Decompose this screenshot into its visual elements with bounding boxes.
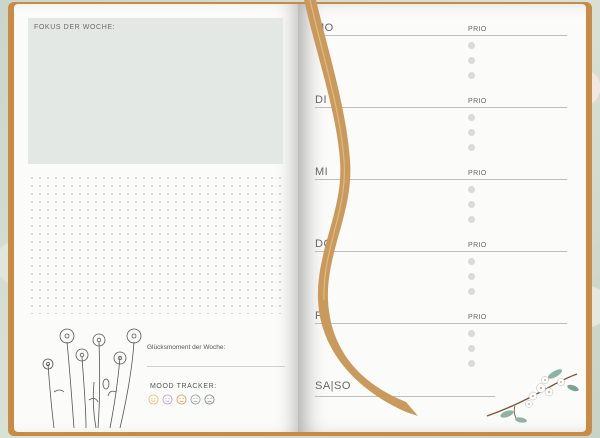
mood-tracker-label: MOOD TRACKER: — [150, 383, 217, 390]
prio-label: PRIO — [468, 26, 487, 33]
prio-checkbox[interactable] — [468, 330, 475, 337]
happy-face-icon[interactable] — [148, 394, 159, 405]
day-name: MO — [315, 22, 334, 34]
prio-label: PRIO — [468, 98, 487, 105]
prio-checkbox[interactable] — [468, 216, 475, 223]
prio-label: PRIO — [468, 170, 487, 177]
day-name: DO — [315, 238, 333, 250]
right-page: MO PRIO DI PRIO MI PRIO DO PRIO FR PRIO — [298, 4, 586, 432]
prio-checkbox[interactable] — [468, 57, 475, 64]
day-name: DI — [315, 94, 327, 106]
day-line — [315, 179, 567, 180]
prio-checkbox[interactable] — [468, 114, 475, 121]
smile-face-icon[interactable] — [162, 394, 173, 405]
day-line — [315, 107, 567, 108]
prio-checkbox[interactable] — [468, 129, 475, 136]
day-name: FR — [315, 310, 331, 322]
angry-face-icon[interactable] — [204, 394, 215, 405]
prio-checkbox[interactable] — [468, 186, 475, 193]
mood-tracker — [148, 394, 215, 405]
left-page: FOKUS DER WOCHE: Glücksmoment der Woche:… — [14, 4, 298, 432]
neutral-face-icon[interactable] — [176, 394, 187, 405]
sad-face-icon[interactable] — [190, 394, 201, 405]
prio-checkbox[interactable] — [468, 144, 475, 151]
blossom-branch-icon — [486, 369, 579, 423]
day-name: SA|SO — [315, 380, 351, 392]
weekend-line — [315, 396, 495, 397]
day-line — [315, 251, 567, 252]
prio-checkbox[interactable] — [468, 258, 475, 265]
prio-checkbox[interactable] — [468, 72, 475, 79]
prio-checkbox[interactable] — [468, 42, 475, 49]
day-line — [315, 323, 567, 324]
flower-illustration-icon — [42, 328, 142, 429]
day-name: MI — [315, 166, 329, 178]
prio-checkbox[interactable] — [468, 360, 475, 367]
prio-label: PRIO — [468, 314, 487, 321]
prio-checkbox[interactable] — [468, 345, 475, 352]
gluecksmoment-label: Glücksmoment der Woche: — [147, 344, 226, 351]
prio-label: PRIO — [468, 242, 487, 249]
prio-checkbox[interactable] — [468, 288, 475, 295]
prio-checkbox[interactable] — [468, 201, 475, 208]
day-line — [315, 35, 567, 36]
prio-checkbox[interactable] — [468, 273, 475, 280]
focus-box[interactable]: FOKUS DER WOCHE: — [28, 18, 283, 164]
dot-grid[interactable] — [28, 174, 284, 314]
focus-label: FOKUS DER WOCHE: — [34, 24, 116, 31]
gluecksmoment-line[interactable] — [147, 366, 285, 367]
